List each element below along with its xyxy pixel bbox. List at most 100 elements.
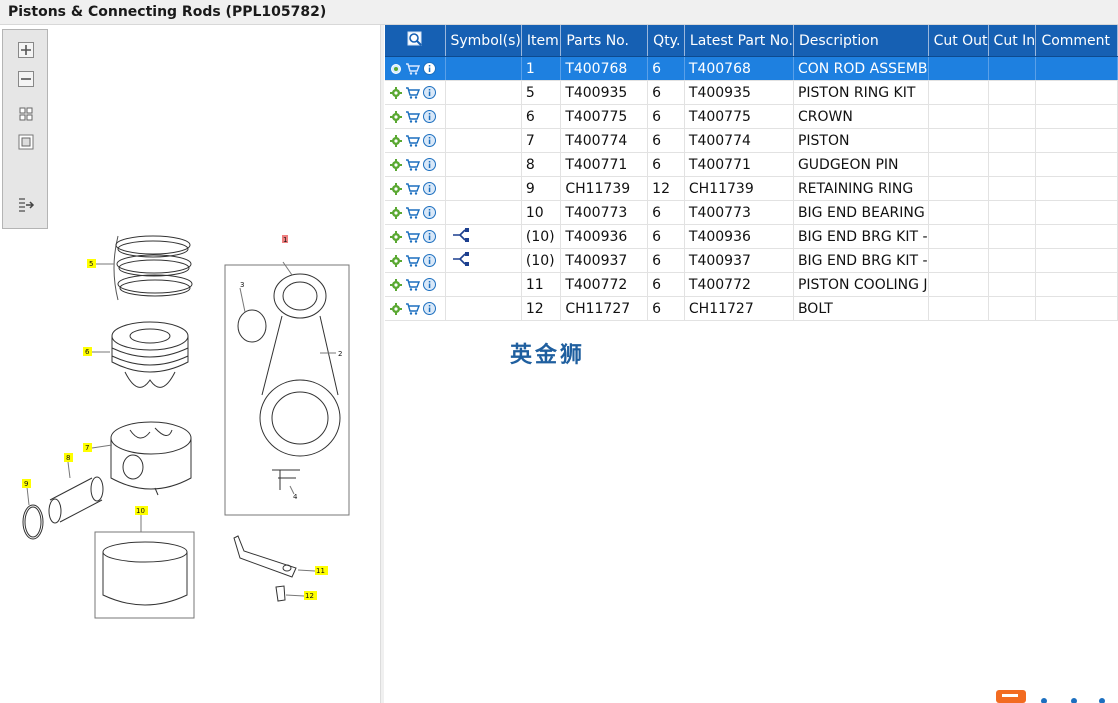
cell-description: CON ROD ASSEMB xyxy=(793,56,929,81)
info-icon[interactable] xyxy=(423,62,436,75)
table-row[interactable]: (10) T400937 6 T400937 BIG END BRG KIT - xyxy=(385,248,1118,273)
cell-part-no: T400935 xyxy=(560,80,649,105)
column-header-qty[interactable]: Qty. xyxy=(647,25,685,57)
cell-part-no: T400936 xyxy=(560,224,649,249)
info-icon[interactable] xyxy=(423,230,436,243)
info-icon[interactable] xyxy=(423,182,436,195)
table-row[interactable]: 11 T400772 6 T400772 PISTON COOLING J xyxy=(385,272,1118,297)
column-header-cut-in[interactable]: Cut In xyxy=(988,25,1037,57)
info-icon[interactable] xyxy=(423,302,436,315)
cell-symbol[interactable] xyxy=(445,224,522,249)
pane-splitter[interactable] xyxy=(380,25,384,703)
cell-part-no: CH11727 xyxy=(560,296,649,321)
row-actions xyxy=(385,272,446,297)
cell-symbol xyxy=(445,128,522,153)
add-to-cart-icon[interactable] xyxy=(405,230,420,243)
cell-comment xyxy=(1035,176,1118,201)
add-to-cart-icon[interactable] xyxy=(405,86,420,99)
add-to-cart-icon[interactable] xyxy=(405,158,420,171)
cell-cut-out xyxy=(928,272,989,297)
cell-part-no: T400768 xyxy=(560,56,649,81)
column-header-latest-part-no[interactable]: Latest Part No. xyxy=(684,25,794,57)
cell-cut-in xyxy=(988,200,1037,225)
cell-qty: 6 xyxy=(647,80,685,105)
cell-symbol xyxy=(445,104,522,129)
table-row[interactable]: 5 T400935 6 T400935 PISTON RING KIT xyxy=(385,80,1118,105)
info-icon[interactable] xyxy=(423,206,436,219)
cell-description: BIG END BRG KIT - xyxy=(793,248,929,273)
cell-comment xyxy=(1035,224,1118,249)
add-to-cart-icon[interactable] xyxy=(405,302,420,315)
add-to-cart-icon[interactable] xyxy=(405,278,420,291)
configure-icon[interactable] xyxy=(390,278,402,291)
add-to-cart-icon[interactable] xyxy=(405,206,420,219)
zoom-in-icon[interactable] xyxy=(17,41,35,59)
cell-comment xyxy=(1035,128,1118,153)
configure-icon[interactable] xyxy=(390,254,402,267)
configure-icon[interactable] xyxy=(390,230,402,243)
big-end-bearing-drawing xyxy=(94,531,195,619)
zoom-out-icon[interactable] xyxy=(17,70,35,88)
info-icon[interactable] xyxy=(423,254,436,267)
configure-icon[interactable] xyxy=(390,206,402,219)
actual-size-icon[interactable] xyxy=(17,133,35,151)
configure-icon[interactable] xyxy=(390,63,402,75)
row-actions xyxy=(385,128,446,153)
configure-icon[interactable] xyxy=(390,86,402,99)
column-header-cut-out[interactable]: Cut Out xyxy=(928,25,989,57)
add-to-cart-icon[interactable] xyxy=(405,134,420,147)
column-header-parts-no[interactable]: Parts No. xyxy=(560,25,649,57)
column-chooser-icon[interactable] xyxy=(406,30,424,48)
column-header-symbols[interactable]: Symbol(s) xyxy=(445,25,522,57)
cell-symbol[interactable] xyxy=(445,248,522,273)
alternative-icon[interactable] xyxy=(452,251,470,266)
info-icon[interactable] xyxy=(423,134,436,147)
row-actions xyxy=(385,200,446,225)
cell-symbol xyxy=(445,296,522,321)
add-to-cart-icon[interactable] xyxy=(405,182,420,195)
column-header-item[interactable]: Item xyxy=(521,25,562,57)
cell-item: 1 xyxy=(521,56,562,81)
cell-description: PISTON COOLING J xyxy=(793,272,929,297)
column-header-description[interactable]: Description xyxy=(793,25,929,57)
table-row[interactable]: 9 CH11739 12 CH11739 RETAINING RING xyxy=(385,176,1118,201)
table-row[interactable]: (10) T400936 6 T400936 BIG END BRG KIT - xyxy=(385,224,1118,249)
diagram-toolbar xyxy=(2,29,48,229)
table-row[interactable]: 10 T400773 6 T400773 BIG END BEARING xyxy=(385,200,1118,225)
table-row[interactable]: 1 T400768 6 T400768 CON ROD ASSEMB xyxy=(385,56,1118,81)
configure-icon[interactable] xyxy=(390,134,402,147)
info-icon[interactable] xyxy=(423,278,436,291)
cell-cut-in xyxy=(988,176,1037,201)
exploded-diagram: 1 2 3 4 5 6 7 8 9 10 11 12 xyxy=(22,235,350,619)
alternative-icon[interactable] xyxy=(452,227,470,242)
configure-icon[interactable] xyxy=(390,182,402,195)
export-icon[interactable] xyxy=(17,196,35,214)
info-icon[interactable] xyxy=(423,158,436,171)
callout-10: 10 xyxy=(136,507,145,515)
add-to-cart-icon[interactable] xyxy=(405,110,420,123)
configure-icon[interactable] xyxy=(390,110,402,123)
configure-icon[interactable] xyxy=(390,158,402,171)
cell-cut-in xyxy=(988,104,1037,129)
callout-2: 2 xyxy=(338,350,342,358)
cell-comment xyxy=(1035,152,1118,177)
add-to-cart-icon[interactable] xyxy=(405,254,420,267)
configure-icon[interactable] xyxy=(390,302,402,315)
column-header-comment[interactable]: Comment xyxy=(1035,25,1118,57)
info-icon[interactable] xyxy=(423,110,436,123)
cell-symbol xyxy=(445,272,522,297)
cell-symbol xyxy=(445,152,522,177)
fit-page-icon[interactable] xyxy=(17,105,35,123)
cell-cut-out xyxy=(928,248,989,273)
cell-cut-in xyxy=(988,56,1037,81)
add-to-cart-icon[interactable] xyxy=(405,62,420,75)
column-header-tools[interactable] xyxy=(385,25,446,57)
table-row[interactable]: 12 CH11727 6 CH11727 BOLT xyxy=(385,296,1118,321)
table-row[interactable]: 7 T400774 6 T400774 PISTON xyxy=(385,128,1118,153)
table-header-row: Symbol(s) Item Parts No. Qty. Latest Par… xyxy=(385,25,1118,57)
info-icon[interactable] xyxy=(423,86,436,99)
table-row[interactable]: 6 T400775 6 T400775 CROWN xyxy=(385,104,1118,129)
table-row[interactable]: 8 T400771 6 T400771 GUDGEON PIN xyxy=(385,152,1118,177)
cell-comment xyxy=(1035,80,1118,105)
callout-6: 6 xyxy=(85,348,90,356)
